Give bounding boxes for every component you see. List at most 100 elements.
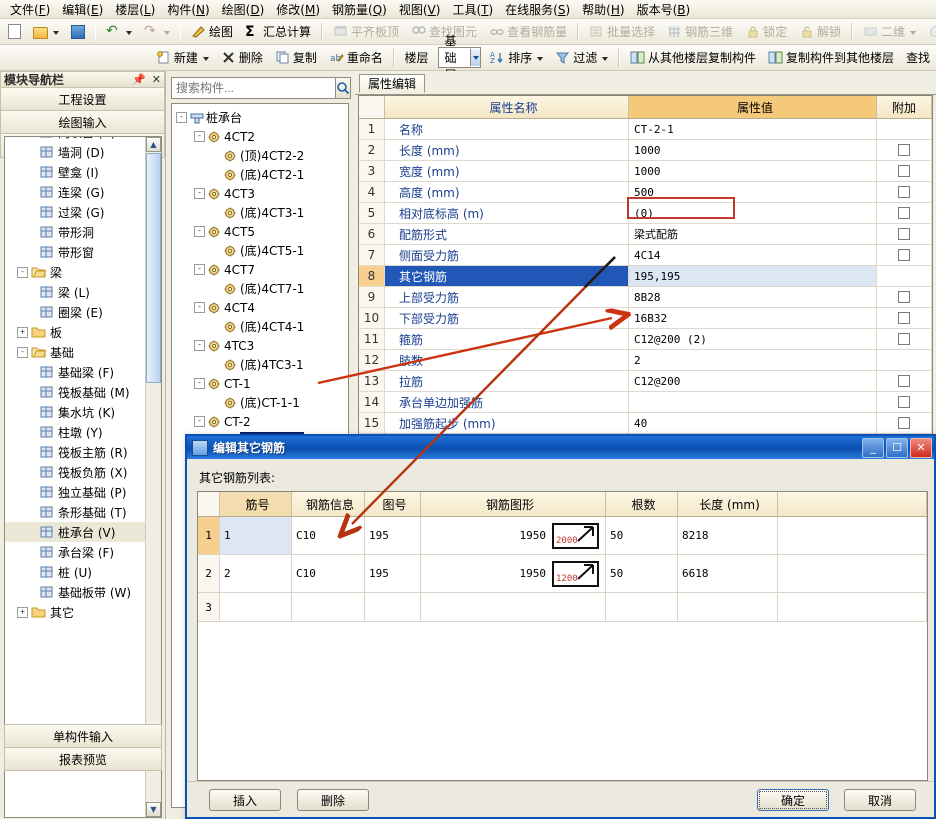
new-file-button[interactable] xyxy=(0,21,27,42)
toolbar-button-sigma[interactable]: Σ 汇总计算 xyxy=(239,20,317,43)
toolbar-button-new[interactable]: 新建 xyxy=(150,46,215,69)
property-row-attach[interactable] xyxy=(877,140,932,160)
component-item-17[interactable]: - CT-2 xyxy=(172,412,348,431)
property-row-attach[interactable] xyxy=(877,392,932,412)
property-row-value[interactable]: 1000 xyxy=(629,161,877,181)
tree-expander[interactable]: - xyxy=(194,302,205,313)
property-row-value[interactable]: 1000 xyxy=(629,140,877,160)
rebar-row-info[interactable]: C10 xyxy=(292,517,365,554)
property-row-attach[interactable] xyxy=(877,119,932,139)
property-row-value[interactable]: 500 xyxy=(629,182,877,202)
rebar-row-no[interactable]: 2 xyxy=(220,555,292,592)
tree-item-33[interactable]: 筏板负筋 (X) xyxy=(5,462,147,482)
copy-to-other-floor-button[interactable]: 复制构件到其他楼层 xyxy=(762,46,900,69)
menu-item-10[interactable]: 在线服务(S) xyxy=(499,0,576,19)
property-row-attach[interactable] xyxy=(877,371,932,391)
attach-checkbox[interactable] xyxy=(898,165,910,177)
toolbar-button-copy[interactable]: 复制 xyxy=(269,46,323,69)
other-rebar-grid[interactable]: 筋号 钢筋信息 图号 钢筋图形 根数 长度 (mm) 1 1 C10 195 1950 2… xyxy=(197,491,928,781)
floor-select[interactable]: 基础层 xyxy=(437,34,482,82)
menu-item-11[interactable]: 帮助(H) xyxy=(576,0,630,19)
property-row[interactable]: 14 承台单边加强筋 xyxy=(359,392,932,413)
property-row-value[interactable]: 16B32 xyxy=(629,308,877,328)
toolbar-button-pencil[interactable]: 绘图 xyxy=(185,20,239,43)
scroll-up-arrow[interactable]: ▲ xyxy=(146,137,161,152)
menu-item-2[interactable]: 编辑(E) xyxy=(56,0,109,19)
attach-checkbox[interactable] xyxy=(898,396,910,408)
rebar-row-shape[interactable] xyxy=(421,593,606,621)
rebar-row-length[interactable]: 8218 xyxy=(678,517,778,554)
property-row-value[interactable]: C12@200 (2) xyxy=(629,329,877,349)
rebar-row-shape[interactable]: 1950 2000 xyxy=(421,517,606,554)
property-row[interactable]: 15 加强筋起步 (mm) 40 xyxy=(359,413,932,434)
copy-from-other-floor-button[interactable]: 从其他楼层复制构件 xyxy=(624,46,762,69)
property-row-value[interactable]: 2 xyxy=(629,350,877,370)
menu-item-5[interactable]: 绘图(D) xyxy=(216,0,271,19)
tree-expander[interactable]: - xyxy=(194,226,205,237)
tree-item-32[interactable]: 筏板主筋 (R) xyxy=(5,442,147,462)
tree-expander[interactable]: - xyxy=(194,188,205,199)
rebar-row-count[interactable]: 50 xyxy=(606,555,678,592)
property-row[interactable]: 4 高度 (mm) 500 xyxy=(359,182,932,203)
rebar-row-no[interactable] xyxy=(220,593,292,621)
property-row[interactable]: 1 名称 CT-2-1 xyxy=(359,119,932,140)
attach-checkbox[interactable] xyxy=(898,291,910,303)
property-row-attach[interactable] xyxy=(877,308,932,328)
rebar-row-no[interactable]: 1 xyxy=(220,517,292,554)
tree-item-29[interactable]: 筏板基础 (M) xyxy=(5,382,147,402)
chevron-down-icon[interactable] xyxy=(470,49,481,66)
module-tree[interactable]: 梁 (L)现浇板 (B)+轴线+柱-墙剪力墙 (Q)人防门框墙砌体墙 (Q)暗柱… xyxy=(4,136,162,818)
component-item-6[interactable]: (底)4CT3-1 xyxy=(172,203,348,222)
menu-item-1[interactable]: 文件(F) xyxy=(4,0,56,19)
component-item-13[interactable]: - 4TC3 xyxy=(172,336,348,355)
property-row-value[interactable]: C12@200 xyxy=(629,371,877,391)
search-button[interactable] xyxy=(336,77,351,99)
tree-item-22[interactable]: 带形窗 xyxy=(5,242,147,262)
component-item-1[interactable]: - 桩承台 xyxy=(172,108,348,127)
attach-checkbox[interactable] xyxy=(898,186,910,198)
menu-item-8[interactable]: 视图(V) xyxy=(393,0,447,19)
tree-item-30[interactable]: 集水坑 (K) xyxy=(5,402,147,422)
property-row-value[interactable]: 40 xyxy=(629,413,877,433)
tree-item-20[interactable]: 过梁 (G) xyxy=(5,202,147,222)
component-item-8[interactable]: (底)4CT5-1 xyxy=(172,241,348,260)
component-item-11[interactable]: - 4CT4 xyxy=(172,298,348,317)
component-item-15[interactable]: - CT-1 xyxy=(172,374,348,393)
menu-item-7[interactable]: 钢筋量(Q) xyxy=(326,0,393,19)
property-row-value[interactable]: 195,195 xyxy=(629,266,877,286)
tree-item-31[interactable]: 柱墩 (Y) xyxy=(5,422,147,442)
minimize-button[interactable]: _ xyxy=(862,437,884,458)
menu-item-9[interactable]: 工具(T) xyxy=(446,0,499,19)
tree-expander[interactable]: - xyxy=(194,264,205,275)
tree-item-34[interactable]: 独立基础 (P) xyxy=(5,482,147,502)
tree-expander[interactable]: - xyxy=(194,378,205,389)
component-item-3[interactable]: (顶)4CT2-2 xyxy=(172,146,348,165)
close-button[interactable]: ✕ xyxy=(910,437,932,458)
property-row[interactable]: 3 宽度 (mm) 1000 xyxy=(359,161,932,182)
insert-button[interactable]: 插入 xyxy=(209,789,281,811)
rebar-row-shape[interactable]: 1950 1200 xyxy=(421,555,606,592)
tree-expander[interactable]: - xyxy=(17,346,28,358)
property-row-attach[interactable] xyxy=(877,329,932,349)
tree-item-36[interactable]: 桩承台 (V) xyxy=(5,522,147,542)
search-input[interactable] xyxy=(171,77,336,99)
attach-checkbox[interactable] xyxy=(898,207,910,219)
component-item-4[interactable]: (底)4CT2-1 xyxy=(172,165,348,184)
delete-button[interactable]: 删除 xyxy=(297,789,369,811)
attach-checkbox[interactable] xyxy=(898,249,910,261)
save-button[interactable] xyxy=(65,21,91,42)
property-row-attach[interactable] xyxy=(877,224,932,244)
attach-checkbox[interactable] xyxy=(898,144,910,156)
tree-expander[interactable]: - xyxy=(176,112,187,123)
sidebar-item-drawing-input[interactable]: 绘图输入 xyxy=(0,111,165,134)
maximize-button[interactable]: ☐ xyxy=(886,437,908,458)
property-row-value[interactable] xyxy=(629,392,877,412)
tree-item-35[interactable]: 条形基础 (T) xyxy=(5,502,147,522)
tree-item-40[interactable]: + 其它 xyxy=(5,602,147,622)
property-row-attach[interactable] xyxy=(877,182,932,202)
tree-item-25[interactable]: 圈梁 (E) xyxy=(5,302,147,322)
tree-item-21[interactable]: 带形洞 xyxy=(5,222,147,242)
pin-icon[interactable]: 📌 xyxy=(132,73,146,86)
menu-item-12[interactable]: 版本号(B) xyxy=(631,0,697,19)
property-row-value[interactable]: 4C14 xyxy=(629,245,877,265)
